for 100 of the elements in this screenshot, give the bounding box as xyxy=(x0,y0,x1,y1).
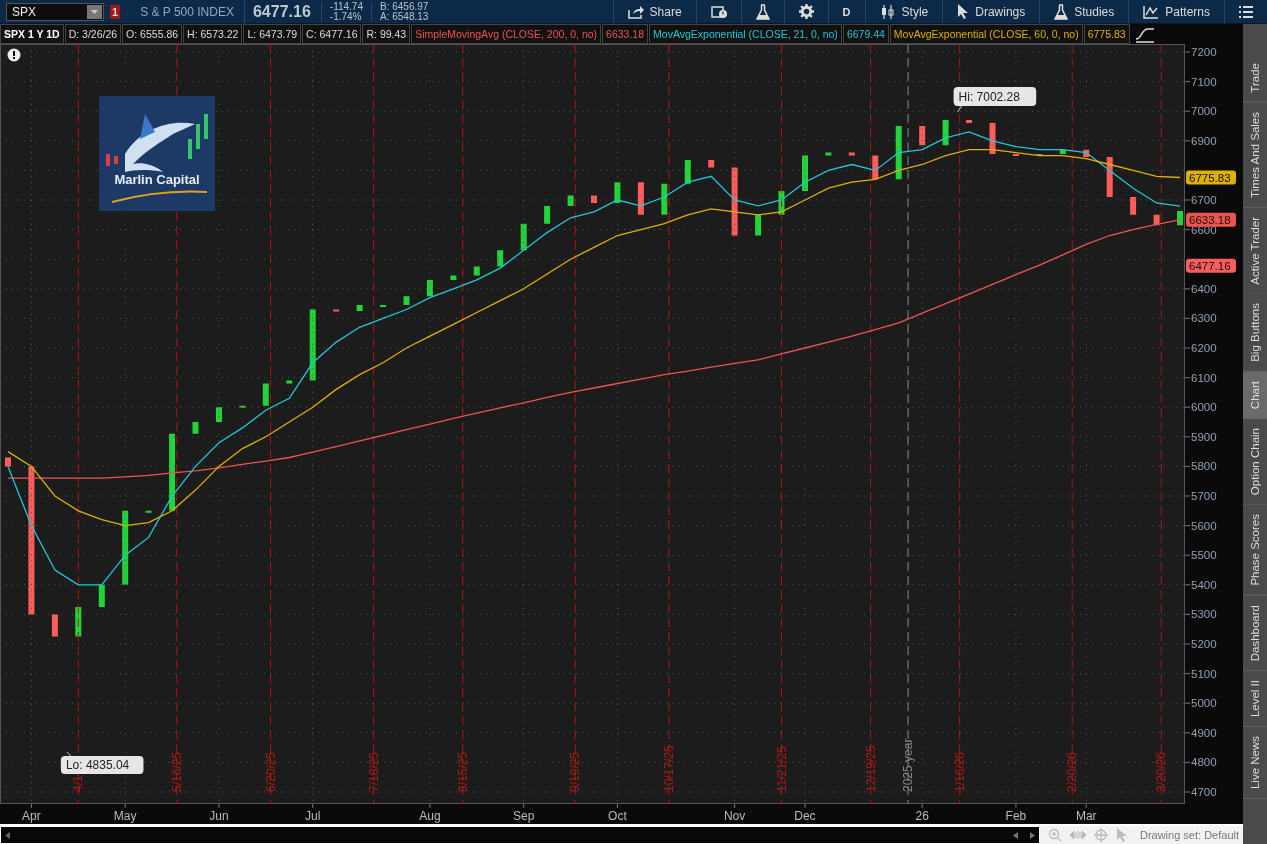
flask-icon xyxy=(755,3,770,20)
study-value: 6679.44 xyxy=(842,24,889,44)
ohlc-value: L: 6473.79 xyxy=(243,24,302,44)
ohlc-value: C: 6477.16 xyxy=(302,24,362,44)
study-value: 6775.83 xyxy=(1083,24,1130,44)
price-axis-label: 5800 xyxy=(1191,460,1217,473)
date-marker-label: 12/19/25 xyxy=(863,745,878,792)
study-name[interactable]: SimpleMovingAvg (CLOSE, 200, 0, no) xyxy=(411,24,602,44)
price-axis-label: 6700 xyxy=(1191,194,1217,206)
month-label: Jun xyxy=(209,809,229,823)
price-axis-label: 7100 xyxy=(1191,75,1217,88)
price-axis-label: 5500 xyxy=(1191,549,1217,562)
date-marker-label: 8/15/25 xyxy=(455,751,470,792)
date-marker-label: 2025 year xyxy=(901,738,916,792)
price-axis-label: 7200 xyxy=(1191,46,1217,58)
text-button[interactable]: D xyxy=(827,0,865,23)
patterns-button[interactable]: Patterns xyxy=(1128,0,1224,23)
side-tab[interactable]: Big Buttons xyxy=(1243,294,1267,373)
date-marker-label: 10/17/25 xyxy=(662,745,676,792)
dropdown-button[interactable] xyxy=(87,4,102,19)
month-label: Dec xyxy=(794,809,816,823)
date-marker-label: 2/20/26 xyxy=(1065,751,1080,792)
share-button[interactable]: Share xyxy=(612,0,696,23)
month-label: Apr xyxy=(22,809,41,823)
price-axis-label: 5600 xyxy=(1191,519,1217,532)
month-label: Nov xyxy=(723,809,746,823)
warning-icon[interactable] xyxy=(7,48,21,62)
side-tab[interactable]: Option Chain xyxy=(1243,419,1267,506)
annotation: Hi: 7002.28 xyxy=(958,90,1021,105)
price-axis-label: 6000 xyxy=(1191,401,1217,414)
price-axis-label: 5700 xyxy=(1191,490,1217,502)
horizontal-scrollbar[interactable] xyxy=(0,826,1040,844)
flask-icon xyxy=(1054,3,1069,20)
high-price-label: Hi: 7002.28 xyxy=(953,87,1037,113)
month-label: Sep xyxy=(513,809,535,823)
price-axis-label: 5200 xyxy=(1191,638,1217,650)
annotation: Lo: 4835.04 xyxy=(65,758,130,773)
marlin-logo-drawing: Marlin Capital xyxy=(99,96,215,211)
settings-icon xyxy=(798,4,814,19)
bid-price: B: 6456.97 xyxy=(380,1,429,12)
price-axis-label: 4800 xyxy=(1191,756,1217,769)
last-price: 6477.16 xyxy=(252,2,312,21)
price-axis-label: 7000 xyxy=(1191,105,1217,118)
side-tab[interactable]: Chart xyxy=(1243,372,1267,420)
price-axis-label: 5100 xyxy=(1191,667,1217,680)
month-label: 26 xyxy=(915,809,929,823)
ohlc-value: O: 6555.86 xyxy=(122,24,183,44)
price-axis-label: 4900 xyxy=(1191,726,1217,739)
curve-icon[interactable] xyxy=(1133,25,1156,43)
side-tab[interactable]: Phase Scores xyxy=(1243,505,1267,596)
price-axis-label: 4700 xyxy=(1191,786,1217,798)
month-label: Feb xyxy=(1005,809,1027,823)
ohlc-value: D: 3/26/26 xyxy=(64,24,122,44)
month-label: Mar xyxy=(1075,809,1097,823)
date-marker-label: 3/20/26 xyxy=(1154,751,1169,792)
price-axis-label: 6400 xyxy=(1191,282,1217,295)
month-label: Aug xyxy=(419,809,441,823)
symbol-description: S & P 500 INDEX xyxy=(140,0,245,24)
studies-button[interactable]: Studies xyxy=(1039,0,1129,23)
study-name[interactable]: MovAvgExponential (CLOSE, 60, 0, no) xyxy=(889,24,1083,44)
study-value: 6633.18 xyxy=(602,24,649,44)
drawings-button[interactable]: Drawings xyxy=(942,0,1040,23)
date-marker-label: 9/19/25 xyxy=(568,751,583,792)
alert-count-badge[interactable]: 1 xyxy=(110,4,121,19)
price-axis-label: 5000 xyxy=(1191,697,1217,710)
percent-change: -1.74% xyxy=(329,11,363,22)
style-button[interactable]: Style xyxy=(864,0,943,23)
candlestick-icon xyxy=(879,4,896,19)
ohlc-value: H: 6573.22 xyxy=(183,24,243,44)
chart-title: SPX 1 Y 1D xyxy=(0,24,64,44)
symbol-field[interactable]: SPX xyxy=(6,2,104,21)
month-label: May xyxy=(113,809,137,823)
price-axis-label: 5900 xyxy=(1191,430,1217,443)
month-label: Oct xyxy=(608,809,627,823)
study-name[interactable]: MovAvgExponential (CLOSE, 21, 0, no) xyxy=(649,24,842,44)
price-axis-label: 5300 xyxy=(1191,608,1217,621)
date-marker-label: 1/16/26 xyxy=(952,751,967,792)
scroll-left-icon[interactable] xyxy=(5,831,10,839)
price-axis-label: 5400 xyxy=(1191,578,1217,591)
net-change: -114.74 xyxy=(329,1,363,12)
side-tab[interactable]: Active Trader xyxy=(1243,207,1267,295)
cursor-icon xyxy=(957,4,970,19)
menu-icon xyxy=(1239,5,1253,18)
scroll-arrows-icon[interactable] xyxy=(1013,831,1035,839)
alert-window-icon xyxy=(710,4,727,19)
price-axis-label: 6200 xyxy=(1191,342,1217,354)
price-tag: 6633.18 xyxy=(1186,212,1236,227)
date-marker-label: 7/18/25 xyxy=(366,751,381,792)
caret-icon xyxy=(91,9,98,14)
price-axis-label: 6900 xyxy=(1191,134,1217,147)
date-marker-label: 5/16/25 xyxy=(169,751,184,792)
date-marker-label: 4/1 xyxy=(71,775,86,792)
side-tab[interactable]: Level II xyxy=(1243,671,1267,728)
share-icon xyxy=(627,4,644,19)
ohlc-value: R: 99.43 xyxy=(362,24,411,44)
date-marker-label: 11/21/25 xyxy=(774,746,789,792)
price-axis-label: 6100 xyxy=(1191,371,1217,384)
price-tag: 6775.83 xyxy=(1186,170,1236,185)
price-axis-label: 6300 xyxy=(1191,312,1217,325)
drawing-set-label: Drawing set: Default xyxy=(1139,829,1240,841)
